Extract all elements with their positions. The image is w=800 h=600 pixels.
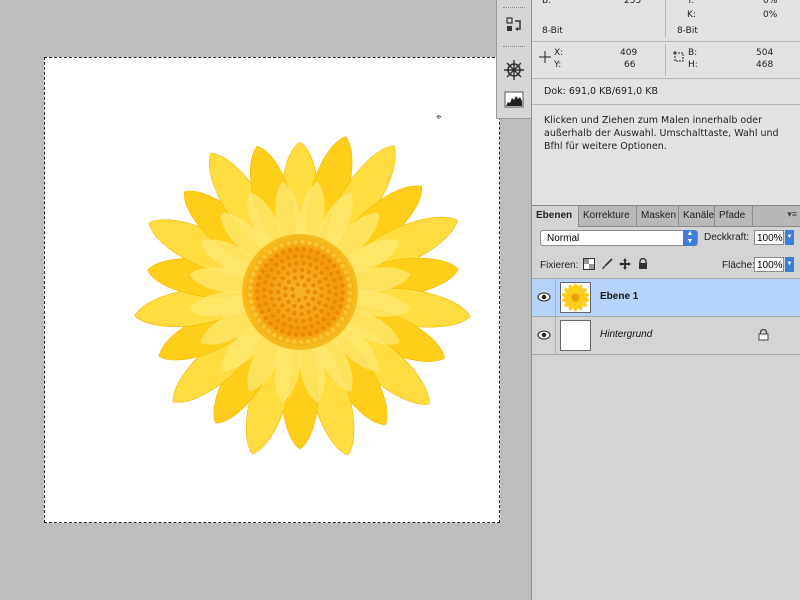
tab-korrekturen[interactable]: Korrekture	[579, 206, 637, 226]
info-b-row: B: 255	[542, 0, 642, 6]
visibility-eye-icon[interactable]	[532, 279, 556, 316]
info-divider	[532, 104, 800, 105]
lock-label: Fixieren:	[540, 260, 579, 271]
info-divider	[532, 78, 800, 79]
tab-masken[interactable]: Masken	[637, 206, 679, 226]
histogram-icon[interactable]	[502, 88, 526, 112]
info-panel: B: 255 Y: 0% K: 0% 8-Bit 8-Bit X: 409 Y: 6…	[531, 0, 800, 205]
layer-thumbnail	[560, 282, 591, 313]
navigator-wheel-icon[interactable]	[502, 58, 526, 82]
selection-marquee	[44, 57, 500, 523]
blend-mode-select[interactable]: Normal ▲ ▼	[540, 230, 698, 246]
opacity-label: Deckkraft:	[704, 232, 750, 243]
layer-name[interactable]: Hintergrund	[600, 329, 652, 340]
info-divider	[532, 41, 800, 42]
strip-grip[interactable]	[503, 7, 525, 8]
info-divider	[665, 0, 666, 37]
info-y-coord-row: Y: 66	[554, 60, 636, 70]
fill-input[interactable]: 100%	[754, 257, 784, 272]
layer-row-hintergrund[interactable]: Hintergrund	[532, 317, 800, 355]
info-bit-depth-right: 8-Bit	[677, 26, 698, 36]
layer-locked-icon	[758, 329, 769, 341]
tab-pfade[interactable]: Pfade	[715, 206, 753, 226]
canvas-area[interactable]: ⌖	[0, 0, 500, 600]
lock-position-move-icon[interactable]	[619, 258, 631, 270]
opacity-input[interactable]: 100%	[754, 230, 784, 245]
info-width-row: B: 504	[688, 48, 774, 58]
lock-transparency-icon[interactable]	[583, 258, 595, 270]
selection-size-icon	[673, 51, 684, 62]
select-arrows-icon: ▲ ▼	[683, 230, 697, 246]
layers-panel: Ebenen Korrekture Masken Kanäle Pfade ▾≡…	[531, 205, 800, 600]
tab-kanaele[interactable]: Kanäle	[679, 206, 715, 226]
visibility-eye-icon[interactable]	[532, 317, 556, 354]
lock-pixels-brush-icon[interactable]	[601, 258, 613, 270]
info-bit-depth-left: 8-Bit	[542, 26, 563, 36]
tool-help-text: Klicken und Ziehen zum Malen innerhalb o…	[544, 115, 779, 152]
lock-all-icon[interactable]	[637, 258, 649, 270]
panel-icon-strip	[496, 0, 532, 119]
layer-row-ebene-1[interactable]: Ebene 1	[532, 279, 800, 317]
doc-size-text: Dok: 691,0 KB/691,0 KB	[544, 86, 658, 97]
tab-ebenen[interactable]: Ebenen	[532, 206, 579, 227]
panel-menu-icon[interactable]: ▾≡	[787, 209, 797, 220]
layer-thumbnail	[560, 320, 591, 351]
info-height-row: H: 468	[688, 60, 774, 70]
swap-icon[interactable]	[502, 14, 526, 38]
fill-dropdown-icon[interactable]: ▼	[785, 257, 794, 272]
panel-tabbar: Ebenen Korrekture Masken Kanäle Pfade ▾≡	[532, 205, 800, 227]
strip-grip[interactable]	[503, 46, 525, 47]
info-divider	[665, 44, 666, 76]
document-canvas[interactable]: ⌖	[44, 57, 500, 523]
layer-name[interactable]: Ebene 1	[600, 291, 638, 302]
crosshair-icon	[539, 51, 551, 63]
cursor-crosshair-icon: ⌖	[436, 112, 442, 123]
fill-label: Fläche:	[722, 260, 755, 271]
opacity-dropdown-icon[interactable]: ▼	[785, 230, 794, 245]
info-x-row: X: 409	[554, 48, 638, 58]
